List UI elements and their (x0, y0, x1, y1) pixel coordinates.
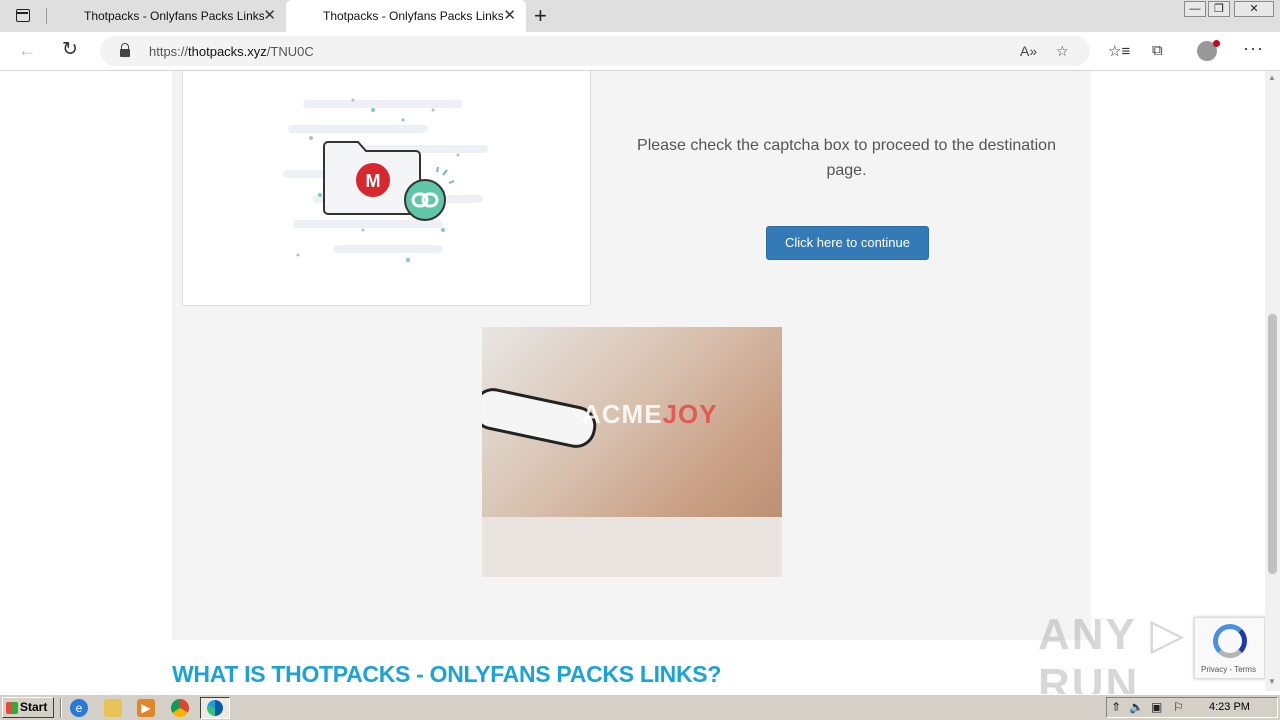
content-panel: M Please check the captcha box to procee… (172, 71, 1091, 640)
profile-avatar[interactable] (1197, 40, 1220, 61)
network-icon[interactable]: ▣ (1151, 700, 1162, 714)
tray-expand-icon[interactable]: ⇑ (1111, 700, 1121, 714)
page-scrollbar[interactable]: ▲ ▼ (1265, 71, 1280, 691)
section-heading: WHAT IS THOTPACKS - ONLYFANS PACKS LINKS… (172, 661, 722, 687)
clock[interactable]: 4:23 PM (1209, 701, 1250, 713)
tab-actions-icon[interactable] (10, 7, 38, 25)
window-close-button[interactable]: ✕ (1234, 1, 1274, 17)
advertisement-image[interactable]: ACMEJOY (482, 327, 782, 577)
recaptcha-badge[interactable]: Privacy - Terms (1194, 617, 1265, 679)
favorites-icon[interactable]: ☆≡ (1108, 42, 1130, 60)
page-viewport: M Please check the captcha box to procee… (0, 71, 1265, 691)
address-bar[interactable]: https://thotpacks.xyz/TNU0C A» ☆ (100, 36, 1090, 66)
refresh-icon[interactable]: ↻ (62, 38, 78, 61)
add-favorite-icon[interactable]: ☆ (1056, 43, 1069, 60)
address-toolbar: ← ↻ https://thotpacks.xyz/TNU0C A» ☆ ☆≡ … (0, 32, 1280, 71)
tab-title: Thotpacks - Onlyfans Packs Links (323, 9, 503, 23)
mega-logo-letter: M (366, 171, 381, 191)
illustration-card: M (182, 71, 591, 306)
new-tab-button[interactable]: + (534, 3, 547, 29)
tab-title: Thotpacks - Onlyfans Packs Links (84, 9, 264, 23)
scroll-down-icon[interactable]: ▼ (1268, 677, 1276, 686)
recaptcha-logo-icon (1213, 624, 1247, 658)
captcha-instruction: Please check the captcha box to proceed … (637, 137, 1056, 179)
continue-button[interactable]: Click here to continue (766, 226, 929, 260)
maximize-button[interactable]: ❐ (1208, 1, 1230, 17)
ad-brand-logo: ACMEJOY (582, 399, 718, 429)
more-options-icon[interactable]: ··· (1243, 38, 1264, 59)
internet-explorer-icon[interactable]: e (70, 699, 88, 717)
edge-taskbar-button[interactable] (200, 697, 230, 719)
tab-thotpacks-1[interactable]: Thotpacks - Onlyfans Packs Links ✕ (54, 0, 286, 32)
lock-icon[interactable] (120, 43, 130, 57)
scrollbar-thumb[interactable] (1268, 314, 1277, 574)
tab-separator (46, 8, 47, 24)
recaptcha-terms[interactable]: Privacy - Terms (1201, 665, 1256, 674)
read-aloud-icon[interactable]: A» (1020, 43, 1037, 59)
collections-icon[interactable]: ⧉ (1152, 42, 1163, 59)
back-arrow-icon[interactable]: ← (18, 40, 36, 61)
mega-folder-link-illustration: M (283, 98, 488, 262)
tab-close-icon[interactable]: ✕ (263, 6, 276, 24)
taskbar-separator (60, 698, 62, 718)
minimize-button[interactable]: — (1184, 1, 1206, 17)
action-center-flag-icon[interactable]: ⚐ (1173, 700, 1184, 714)
tab-thotpacks-active[interactable]: Thotpacks - Onlyfans Packs Links ✕ (286, 0, 526, 32)
tab-close-icon[interactable]: ✕ (503, 6, 516, 24)
system-tray: ⇑ 🔈 ▣ ⚐ 4:23 PM (1106, 697, 1278, 718)
url-text[interactable]: https://thotpacks.xyz/TNU0C (149, 44, 314, 59)
scroll-up-icon[interactable]: ▲ (1268, 73, 1276, 82)
tab-bar: Thotpacks - Onlyfans Packs Links ✕ Thotp… (0, 0, 1280, 32)
volume-icon[interactable]: 🔈 (1129, 700, 1144, 714)
chrome-icon[interactable] (171, 699, 189, 717)
start-button[interactable]: Start (2, 697, 54, 718)
media-player-icon[interactable]: ▶ (137, 699, 155, 717)
windows-flag-icon (6, 702, 18, 714)
windows-taskbar: Start e ▶ ⇑ 🔈 ▣ ⚐ 4:23 PM (0, 694, 1280, 720)
file-explorer-icon[interactable] (104, 699, 122, 717)
